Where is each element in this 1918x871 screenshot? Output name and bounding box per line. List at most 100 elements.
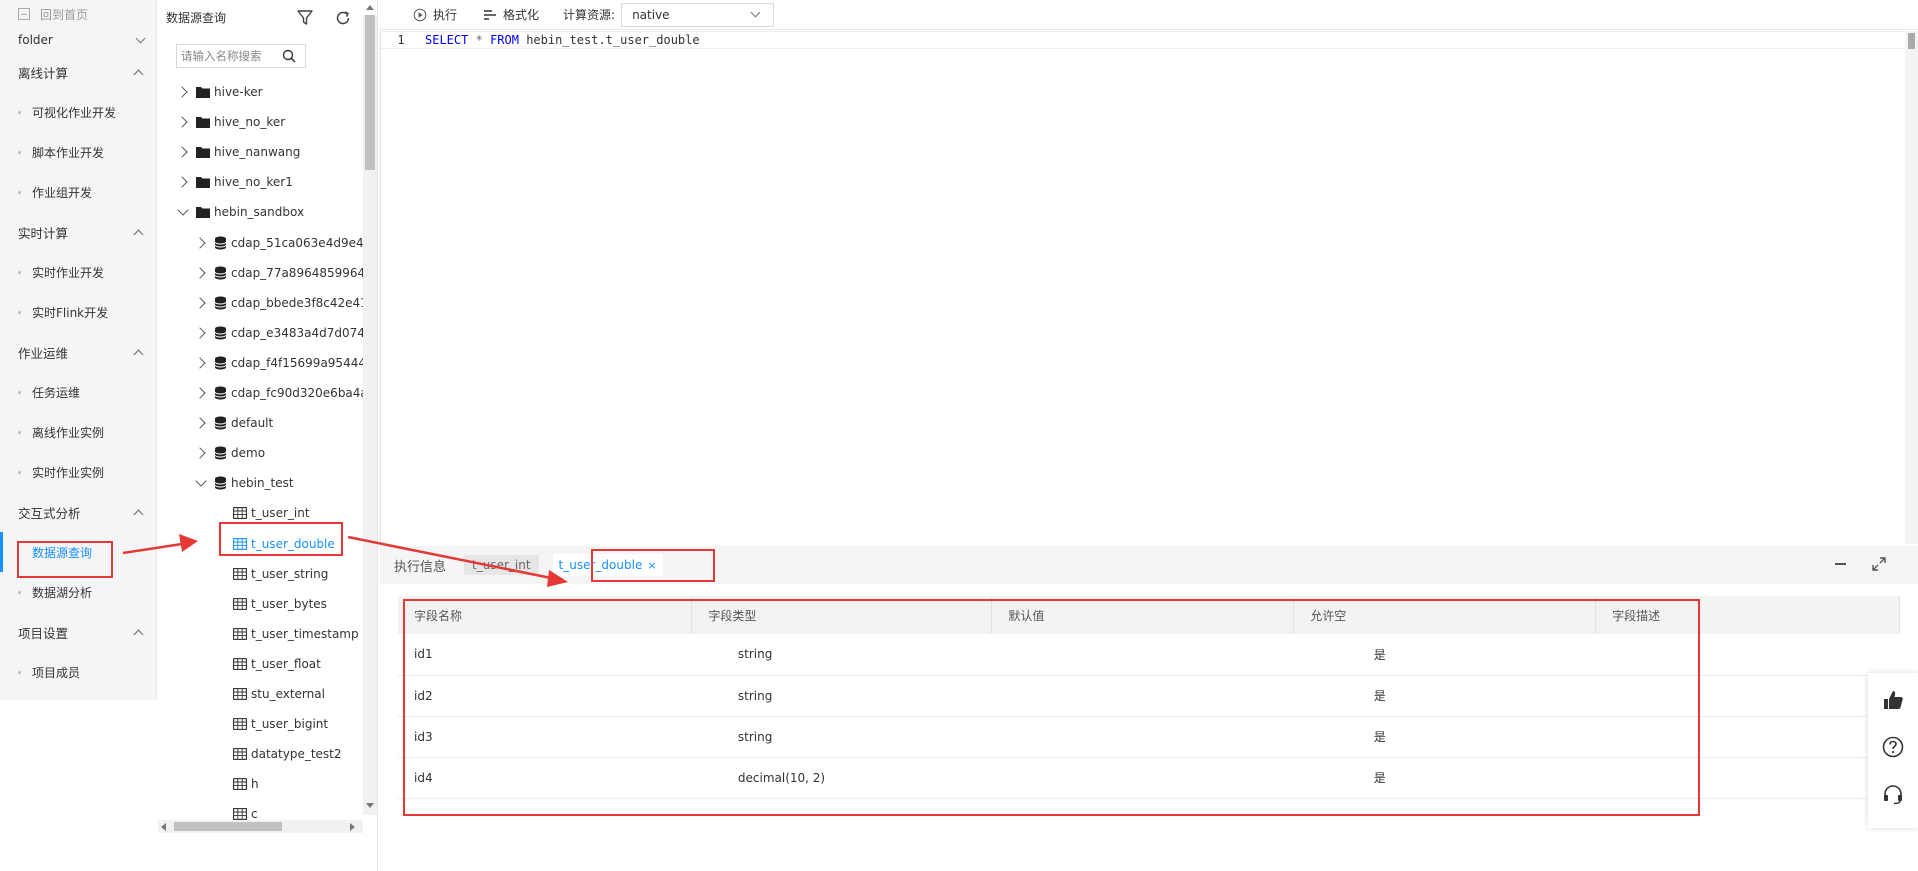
- expand-icon[interactable]: [1871, 556, 1887, 572]
- bullet-icon: [18, 551, 21, 554]
- nav-group-realtime[interactable]: 实时计算: [0, 212, 156, 252]
- nav-item-realtime-job[interactable]: 实时作业开发: [0, 252, 156, 292]
- nav-item-flink-job[interactable]: 实时Flink开发: [0, 292, 156, 332]
- chevron-right-icon[interactable]: [194, 413, 208, 433]
- chevron-down-icon[interactable]: [194, 473, 208, 493]
- nav-group-label: 实时计算: [18, 225, 69, 241]
- tab-t-user-int[interactable]: t_user_int: [464, 555, 539, 575]
- code-line[interactable]: 1 SELECT * FROM hebin_test.t_user_double: [381, 31, 1905, 49]
- resource-label: 计算资源:: [563, 8, 616, 22]
- tree-node-folder[interactable]: hive_nanwang: [176, 142, 300, 162]
- tree-node-table[interactable]: h: [233, 774, 259, 794]
- tree-vertical-scrollbar[interactable]: [363, 5, 377, 815]
- bullet-icon: [18, 270, 21, 274]
- field-default: [991, 716, 1294, 758]
- tree-node-table[interactable]: t_user_timestamp: [233, 624, 359, 644]
- scroll-thumb[interactable]: [174, 822, 282, 831]
- nav-item-script-job[interactable]: 脚本作业开发: [0, 132, 156, 172]
- search-icon[interactable]: [281, 48, 297, 64]
- nav-group-project[interactable]: 项目设置: [0, 612, 156, 652]
- tree-node-table[interactable]: c: [233, 804, 258, 820]
- tree-node-database[interactable]: cdap_bbede3f8c42e41: [194, 293, 363, 313]
- resource-select[interactable]: native: [621, 2, 775, 27]
- tree-node-database[interactable]: hebin_test: [194, 473, 294, 493]
- tree-node-database[interactable]: default: [194, 413, 273, 433]
- nav-item-realtime-instance[interactable]: 实时作业实例: [0, 452, 156, 492]
- tree-node-folder[interactable]: hive_no_ker1: [176, 172, 293, 192]
- chevron-right-icon[interactable]: [194, 293, 208, 313]
- tree-node-table[interactable]: t_user_int: [233, 503, 310, 523]
- editor-scrollbar[interactable]: [1905, 31, 1918, 544]
- nav-group-interactive[interactable]: 交互式分析: [0, 492, 156, 532]
- tree-node-database[interactable]: cdap_e3483a4d7d0741: [194, 323, 363, 343]
- tree-search-input[interactable]: [177, 45, 277, 67]
- chevron-right-icon[interactable]: [194, 353, 208, 373]
- chevron-right-icon[interactable]: [194, 323, 208, 343]
- run-button[interactable]: 执行: [413, 6, 457, 23]
- tree-node-table[interactable]: t_user_bigint: [233, 714, 328, 734]
- scroll-thumb[interactable]: [365, 15, 375, 170]
- tree-node-database[interactable]: cdap_77a89648599646: [194, 263, 363, 283]
- scroll-thumb[interactable]: [1908, 33, 1915, 49]
- scroll-left-icon[interactable]: [161, 823, 166, 831]
- scroll-right-icon[interactable]: [350, 823, 355, 831]
- chevron-right-icon[interactable]: [176, 82, 190, 102]
- tree-node-database[interactable]: cdap_fc90d320e6ba4a3: [194, 383, 363, 403]
- headset-icon[interactable]: [1882, 783, 1904, 805]
- tree-node-folder[interactable]: hive-ker: [176, 82, 263, 102]
- chevron-right-icon[interactable]: [194, 263, 208, 283]
- tree-node-database[interactable]: cdap_51ca063e4d9e4c: [194, 233, 363, 253]
- tree-horizontal-scrollbar[interactable]: [158, 820, 363, 833]
- home-link[interactable]: 回到首页: [0, 0, 156, 28]
- filter-icon[interactable]: [296, 9, 314, 27]
- chevron-right-icon[interactable]: [194, 233, 208, 253]
- chevron-down-icon[interactable]: [176, 202, 190, 222]
- tree-node-table[interactable]: t_user_double: [233, 534, 335, 554]
- table-row: id4 decimal(10, 2) 是: [398, 757, 1900, 799]
- folder-selector[interactable]: folder: [0, 28, 156, 52]
- chevron-down-icon: [135, 33, 146, 43]
- chevron-right-icon[interactable]: [176, 142, 190, 162]
- nav-item-offline-instance[interactable]: 离线作业实例: [0, 412, 156, 452]
- nav-item-members[interactable]: 项目成员: [0, 652, 156, 692]
- nav-item-datasource-query[interactable]: 数据源查询: [0, 532, 156, 572]
- nav-group-offline[interactable]: 离线计算: [0, 52, 156, 92]
- field-type: decimal(10, 2): [691, 757, 992, 799]
- column-header: 字段名称: [398, 596, 693, 634]
- tree-node-table[interactable]: t_user_bytes: [233, 594, 327, 614]
- tree-search-box[interactable]: [176, 44, 306, 68]
- tab-t-user-double[interactable]: t_user_double ×: [552, 554, 663, 576]
- tree-node-table[interactable]: datatype_test2: [233, 744, 342, 764]
- nav-item-datalake[interactable]: 数据湖分析: [0, 572, 156, 612]
- help-icon[interactable]: [1882, 736, 1904, 758]
- scroll-down-icon[interactable]: [366, 803, 374, 808]
- minimize-icon[interactable]: [1835, 563, 1846, 565]
- chevron-right-icon[interactable]: [194, 383, 208, 403]
- tree-node-table[interactable]: t_user_string: [233, 564, 328, 584]
- tree-node-database[interactable]: demo: [194, 443, 265, 463]
- refresh-icon[interactable]: [334, 9, 352, 27]
- tree-node-table[interactable]: t_user_float: [233, 654, 321, 674]
- nav-item-visual-job[interactable]: 可视化作业开发: [0, 92, 156, 132]
- tab-exec-info[interactable]: 执行信息: [394, 556, 446, 575]
- chevron-right-icon[interactable]: [176, 112, 190, 132]
- scroll-up-icon[interactable]: [366, 5, 374, 10]
- code-text[interactable]: SELECT * FROM hebin_test.t_user_double: [425, 33, 700, 47]
- bullet-icon: [18, 190, 21, 194]
- nav-group-ops[interactable]: 作业运维: [0, 332, 156, 372]
- table-icon: [233, 597, 247, 610]
- close-icon[interactable]: ×: [647, 559, 656, 572]
- nav-item-job-group[interactable]: 作业组开发: [0, 172, 156, 212]
- tree-node-folder[interactable]: hive_no_ker: [176, 112, 285, 132]
- sql-editor[interactable]: 1 SELECT * FROM hebin_test.t_user_double: [380, 31, 1918, 544]
- chevron-right-icon[interactable]: [176, 172, 190, 192]
- tree-node-label: datatype_test2: [251, 747, 342, 762]
- tree-node-label: t_user_float: [251, 656, 321, 671]
- format-button[interactable]: 格式化: [483, 6, 539, 23]
- tree-node-folder[interactable]: hebin_sandbox: [176, 202, 304, 222]
- tree-node-database[interactable]: cdap_f4f15699a954441: [194, 353, 363, 373]
- tree-node-table[interactable]: stu_external: [233, 684, 325, 704]
- chevron-right-icon[interactable]: [194, 443, 208, 463]
- nav-item-task-ops[interactable]: 任务运维: [0, 372, 156, 412]
- thumbs-up-icon[interactable]: [1882, 689, 1904, 711]
